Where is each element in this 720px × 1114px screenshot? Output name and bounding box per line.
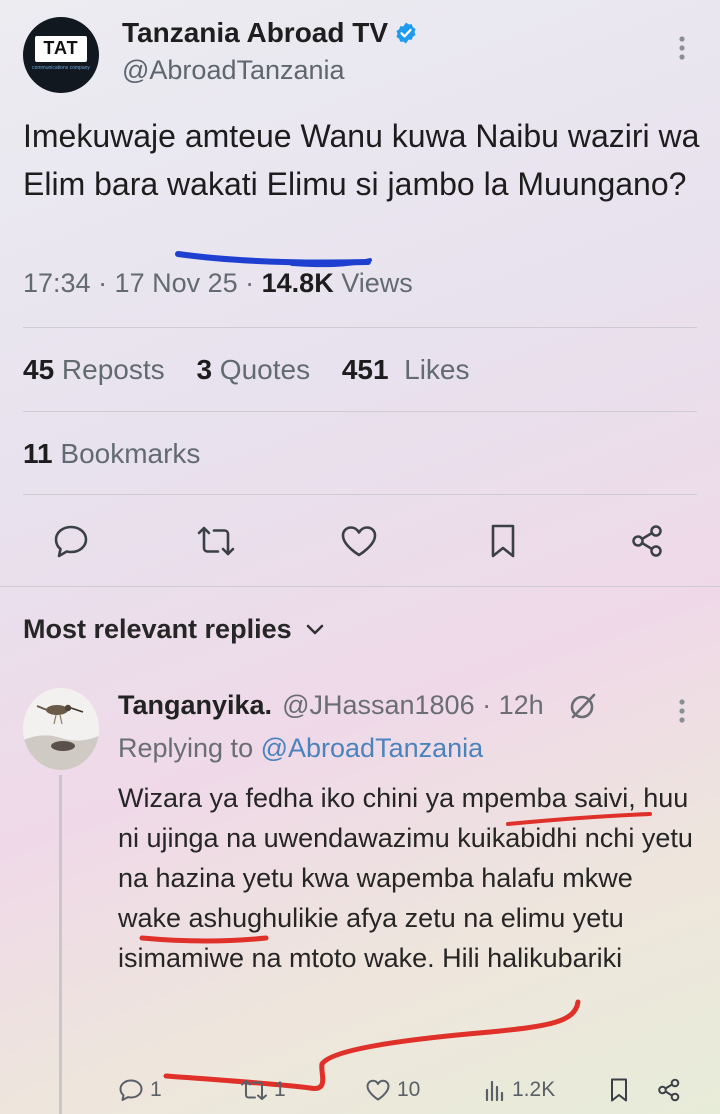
chevron-down-icon (306, 624, 323, 634)
quotes-label: Quotes (212, 354, 311, 385)
bookmarks-count: 11 (23, 438, 53, 469)
reply-share-button[interactable] (656, 1072, 682, 1108)
views-label: Views (333, 268, 413, 298)
reposts-stat[interactable]: 45 Reposts (23, 354, 165, 386)
heart-icon (341, 526, 377, 557)
reply-button[interactable] (51, 521, 91, 561)
replying-to-label: Replying to (118, 733, 261, 763)
reply-views-button[interactable]: 1.2K (484, 1072, 555, 1108)
red-underline-annotation (139, 935, 269, 944)
tweet-text: Imekuwaje amteue Wanu kuwa Naibu waziri … (23, 118, 700, 202)
likes-count: 451 (341, 354, 389, 385)
replying-to-handle[interactable]: @AbroadTanzania (261, 733, 484, 763)
repost-icon (241, 1080, 267, 1100)
likes-label: Likes (388, 354, 470, 385)
reply-header: Tanganyika. @JHassan1806 · 12h (118, 690, 598, 721)
reply-author-avatar[interactable] (23, 688, 99, 770)
bookmark-icon (491, 524, 515, 558)
verified-badge-icon (396, 22, 416, 44)
author-avatar[interactable]: TAT communications company (23, 17, 99, 93)
author-name-row[interactable]: Tanzania Abroad TV (122, 17, 418, 49)
more-options-icon[interactable] (672, 34, 692, 64)
reply-views-count: 1.2K (512, 1078, 556, 1101)
divider (23, 411, 697, 412)
divider (0, 586, 720, 587)
red-underline-annotation (506, 812, 652, 826)
reply-likes-count: 10 (397, 1078, 421, 1101)
quotes-count: 3 (196, 354, 213, 385)
like-button[interactable] (339, 521, 379, 561)
bookmarks-label: Bookmarks (52, 438, 201, 469)
reposts-count: 45 (23, 354, 55, 385)
reply-replies-count: 1 (150, 1078, 162, 1101)
divider (23, 494, 697, 495)
author-handle[interactable]: @AbroadTanzania (122, 55, 345, 86)
reply-icon (119, 1079, 143, 1101)
views-bar-chart-icon (485, 1080, 504, 1102)
replies-sort-toggle[interactable]: Most relevant replies (23, 614, 324, 645)
repost-icon (197, 526, 235, 556)
tweet-meta: 17:34 · 17 Nov 25 · 14.8K Views (23, 268, 413, 299)
avatar-logo-text: TAT (35, 35, 87, 62)
reply-reply-button[interactable]: 1 (118, 1072, 162, 1108)
reply-bookmark-button[interactable] (608, 1072, 630, 1108)
repost-button[interactable] (196, 521, 236, 561)
likes-stat[interactable]: 451 Likes (342, 354, 470, 386)
share-icon (658, 1078, 680, 1102)
replies-section-title: Most relevant replies (23, 614, 292, 644)
reply-handle-time[interactable]: @JHassan1806 · 12h (282, 690, 544, 721)
tweet-timestamp[interactable]: 17:34 · 17 Nov 25 · (23, 268, 262, 298)
bookmark-icon (611, 1078, 627, 1102)
reply-repost-button[interactable]: 1 (240, 1072, 286, 1108)
reply-more-options-icon[interactable] (672, 697, 692, 727)
share-icon (632, 525, 662, 557)
views-count: 14.8K (261, 268, 334, 298)
divider (23, 327, 697, 328)
thread-connector-line (59, 775, 62, 1114)
replying-to: Replying to @AbroadTanzania (118, 733, 483, 764)
grok-icon[interactable] (568, 691, 598, 721)
reply-like-button[interactable]: 10 (365, 1072, 420, 1108)
share-button[interactable] (627, 521, 667, 561)
blue-underline-annotation (175, 251, 372, 268)
reposts-label: Reposts (54, 354, 165, 385)
quotes-stat[interactable]: 3 Quotes (196, 354, 310, 386)
engagement-stats: 45 Reposts 3 Quotes 451 Likes (23, 354, 470, 386)
avatar-logo-subtext: communications company (32, 64, 90, 71)
reply-reposts-count: 1 (274, 1078, 286, 1101)
author-display-name[interactable]: Tanzania Abroad TV (122, 17, 388, 49)
heart-icon (366, 1079, 390, 1101)
reply-author-name[interactable]: Tanganyika. (118, 690, 272, 721)
bookmarks-stat[interactable]: 11 Bookmarks (23, 438, 200, 470)
reply-icon (54, 525, 88, 558)
bookmark-button[interactable] (483, 521, 523, 561)
